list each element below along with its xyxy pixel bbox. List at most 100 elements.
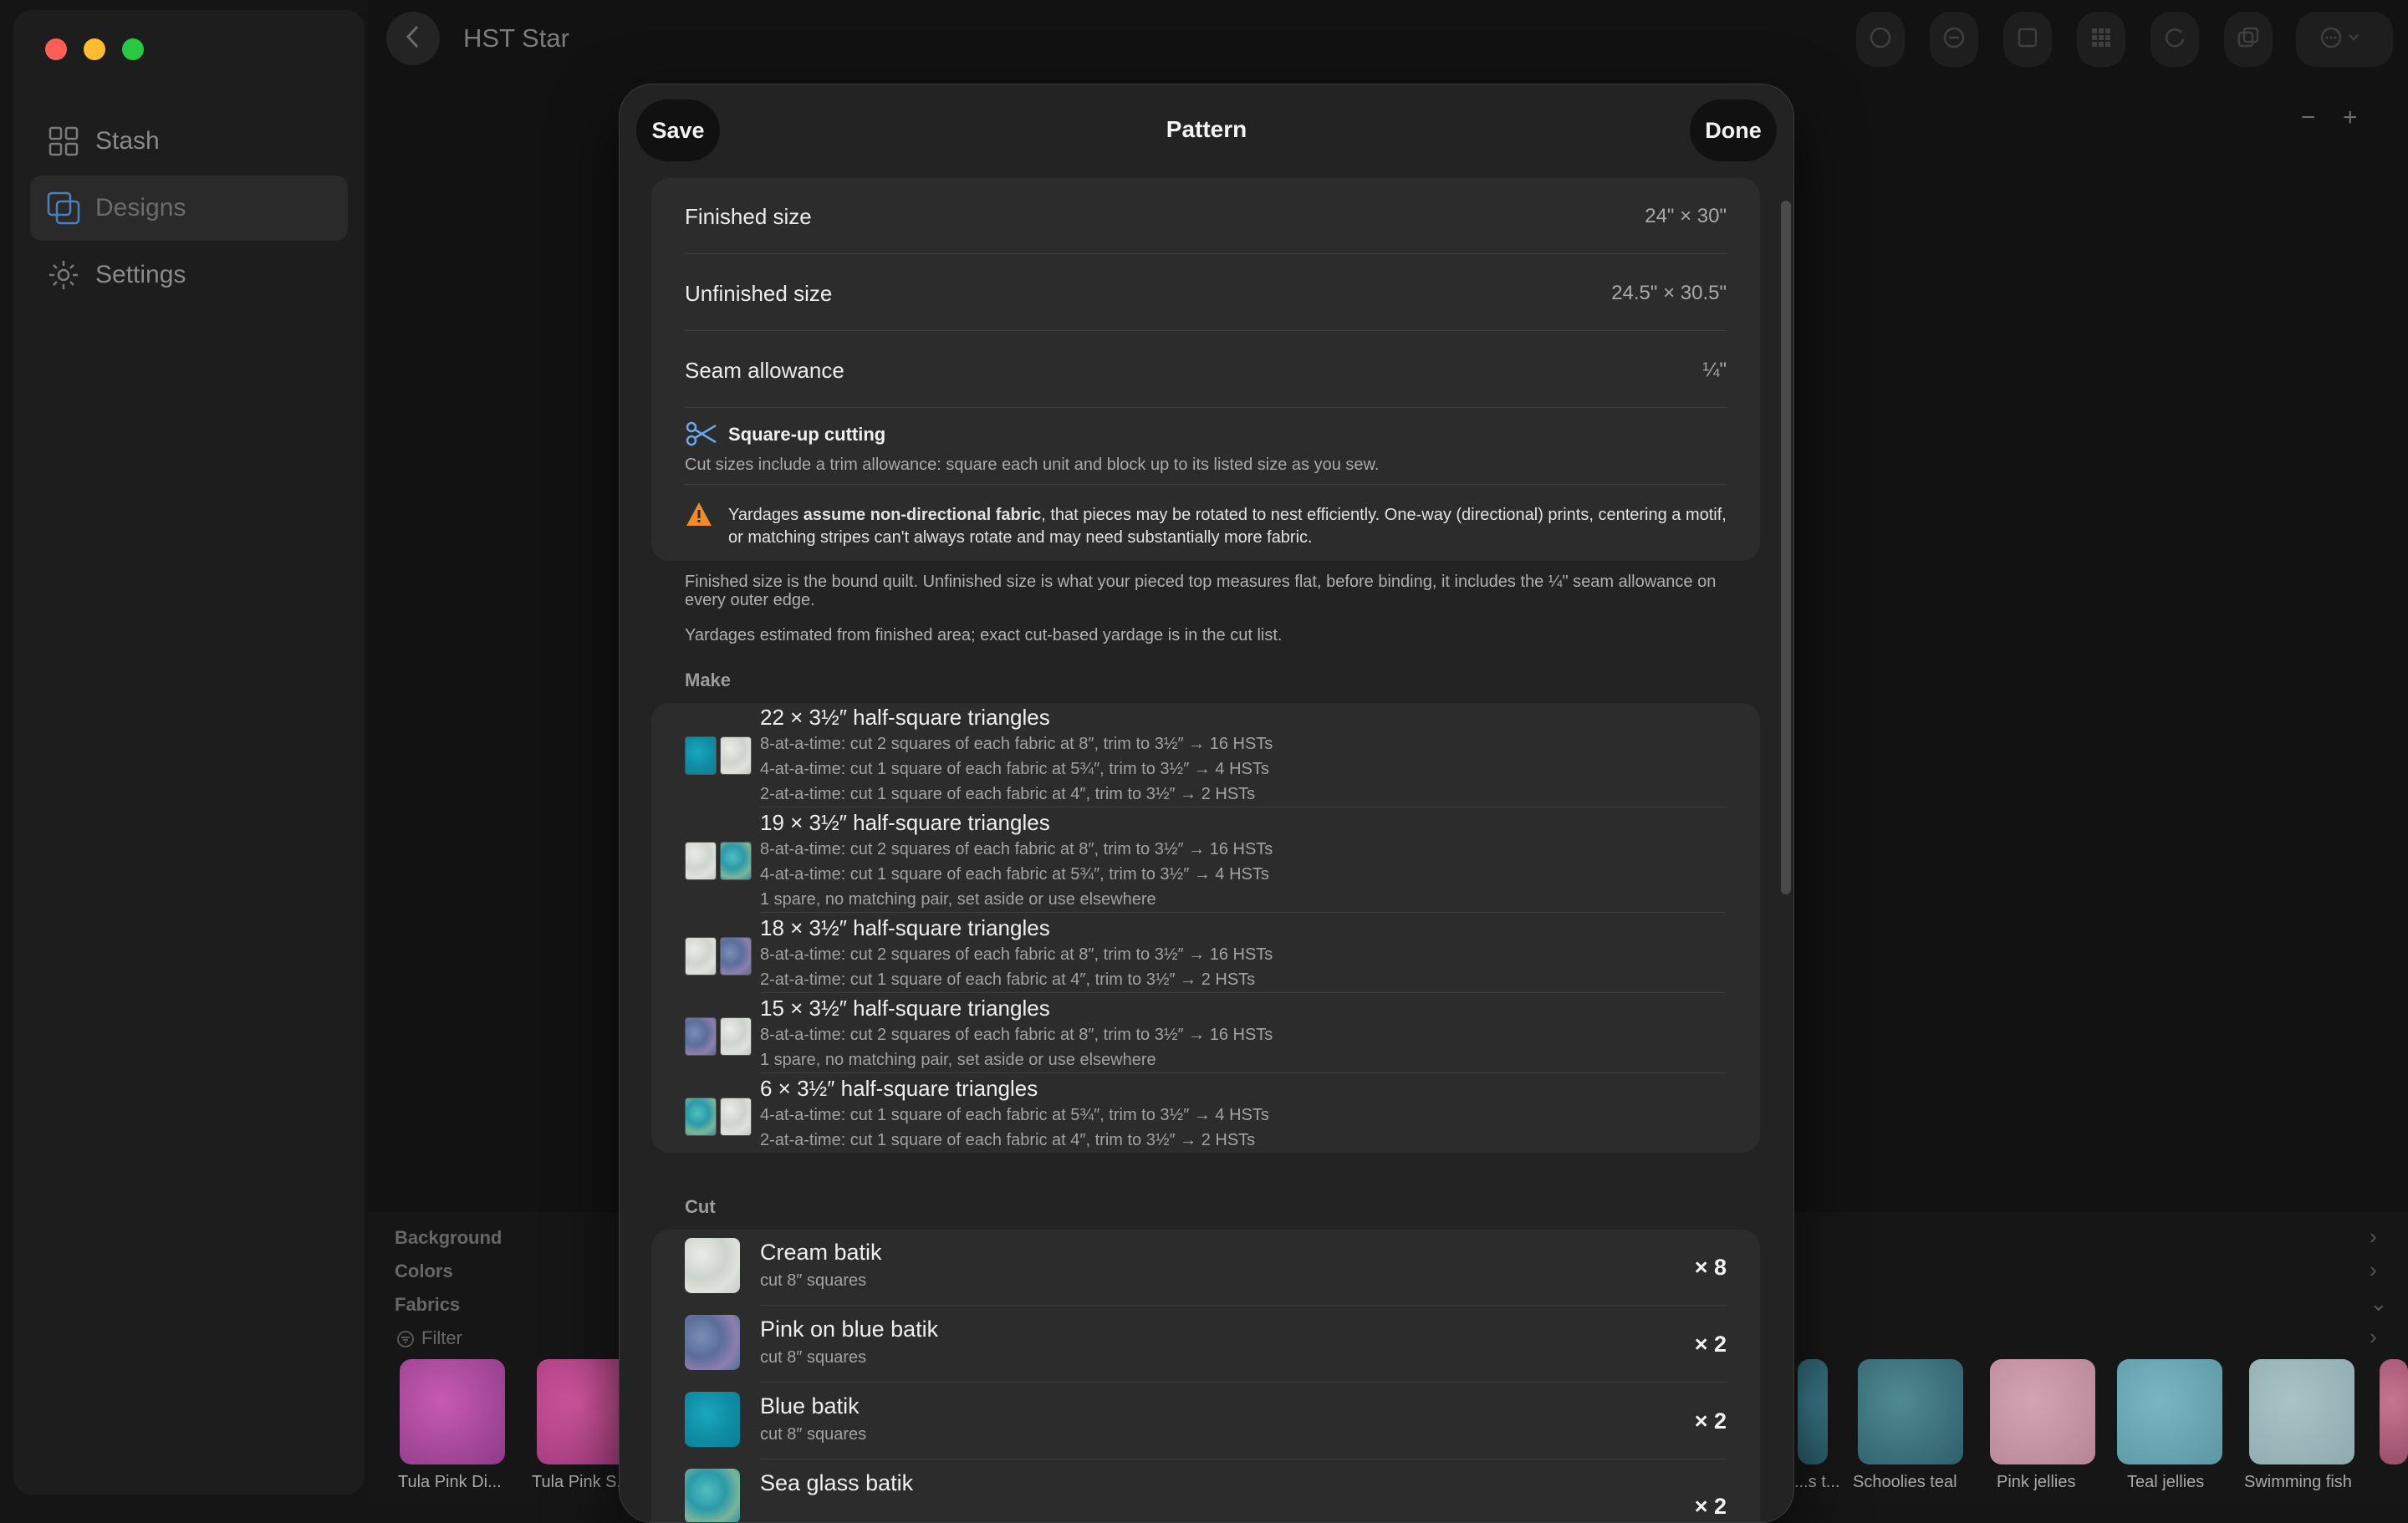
zoom-window-button[interactable] (122, 38, 144, 60)
done-button[interactable]: Done (1690, 99, 1777, 161)
hst-method: 8-at-a-time: cut 2 squares of each fabri… (760, 840, 1273, 858)
make-header: Make (685, 670, 732, 690)
cut-quantity: × 2 (1694, 1332, 1727, 1357)
row-value: ¼" (1702, 359, 1727, 381)
divider (685, 330, 1727, 331)
cut-quantity: × 2 (1694, 1494, 1727, 1519)
cut-fabric-name: Pink on blue batik (760, 1317, 939, 1342)
cut-size: cut 8″ squares (760, 1425, 867, 1444)
cut-quantity: × 2 (1694, 1408, 1727, 1434)
hst-method: 2-at-a-time: cut 1 square of each fabric… (760, 1131, 1256, 1149)
swatch-label: Swimming fish (2244, 1473, 2352, 1491)
divider (760, 912, 1727, 913)
swatch-label: ...s t... (1794, 1473, 1840, 1491)
swatch-label: Tula Pink S... (532, 1473, 631, 1491)
cut-fabric-name: Sea glass batik (760, 1470, 914, 1495)
toolbar-button-3[interactable] (2003, 12, 2052, 67)
cut-fabric-name: Cream batik (760, 1240, 882, 1265)
chevron-right-icon[interactable]: › (2370, 1324, 2377, 1350)
clock-icon (1869, 26, 1892, 53)
finished-size-note: Finished size is the bound quilt. Unfini… (685, 573, 1717, 609)
back-button[interactable] (386, 12, 440, 65)
document-title: HST Star (463, 23, 569, 53)
swatch-label: Pink jellies (1997, 1473, 2076, 1491)
cut-size: cut 8″ squares (760, 1271, 867, 1290)
divider (760, 1305, 1727, 1306)
fabric-swatch-swimming-fish[interactable] (2249, 1359, 2354, 1464)
sidebar-item-designs[interactable]: Designs (30, 176, 348, 241)
zoom-out-button[interactable]: − (2301, 104, 2316, 132)
zoom-in-button[interactable]: + (2343, 104, 2358, 132)
more-menu-button[interactable] (2296, 12, 2393, 67)
grid-icon (47, 125, 80, 158)
hst-method: 8-at-a-time: cut 2 squares of each fabri… (760, 735, 1273, 753)
sidebar: Stash Designs Settings (13, 10, 365, 1495)
chevron-down-icon[interactable]: ⌄ (2370, 1291, 2388, 1317)
sheet-title: Pattern (1166, 116, 1247, 142)
sidebar-item-label: Stash (95, 127, 160, 155)
hst-fabric-pair (685, 1098, 752, 1136)
fabric-swatch (685, 1469, 740, 1522)
fabric-swatch-edge[interactable] (2380, 1359, 2408, 1464)
toolbar-button-2[interactable] (1930, 12, 1978, 67)
warning-text: Yardages assume non-directional fabric, … (728, 506, 1727, 547)
row-label: Finished size (685, 203, 812, 229)
section-fabrics[interactable]: Fabrics (395, 1294, 460, 1316)
swatch-label: Schoolies teal (1853, 1473, 1957, 1491)
divider (685, 253, 1727, 254)
chevron-left-icon (404, 24, 422, 53)
sidebar-item-settings[interactable]: Settings (30, 242, 348, 308)
row-label: Seam allowance (685, 357, 844, 383)
toolbar-button-5[interactable] (2150, 12, 2199, 67)
filter-label[interactable]: Filter (421, 1327, 462, 1349)
sidebar-item-label: Settings (95, 261, 186, 288)
section-colors[interactable]: Colors (395, 1261, 453, 1282)
fabric-swatch-schoolies-teal[interactable] (1858, 1359, 1963, 1464)
make-card: 22 × 3½″ half-square triangles 8-at-a-ti… (651, 703, 1760, 1153)
fabric-swatch-partial[interactable] (1798, 1359, 1828, 1464)
filter-icon (396, 1330, 415, 1352)
hst-method: 1 spare, no matching pair, set aside or … (760, 890, 1156, 909)
designs-icon (47, 191, 80, 225)
row-value: 24.5" × 30.5" (1611, 282, 1727, 304)
hst-method: 2-at-a-time: cut 1 square of each fabric… (760, 785, 1256, 803)
cut-card: Cream batik cut 8″ squares × 8 Pink on b… (651, 1230, 1760, 1522)
warning-icon (685, 501, 713, 532)
hst-title: 22 × 3½″ half-square triangles (760, 705, 1050, 730)
cut-row: Sea glass batik × 2 (651, 1460, 1760, 1522)
close-window-button[interactable] (45, 38, 67, 60)
fabric-swatch-pink-jellies[interactable] (1990, 1359, 2095, 1464)
row-label: Unfinished size (685, 280, 833, 306)
sheet-scrollbar[interactable] (1781, 201, 1791, 894)
toolbar-button-6[interactable] (2224, 12, 2273, 67)
sidebar-item-stash[interactable]: Stash (30, 109, 348, 174)
hst-title: 18 × 3½″ half-square triangles (760, 915, 1050, 940)
cut-row: Cream batik cut 8″ squares × 8 (651, 1230, 1760, 1307)
divider (685, 484, 1727, 485)
hst-fabric-pair (685, 842, 752, 880)
duplicate-icon (2237, 26, 2260, 53)
crop-icon (2016, 26, 2039, 53)
cut-quantity: × 8 (1694, 1255, 1727, 1280)
sizes-card: Finished size 24" × 30" Unfinished size … (651, 178, 1760, 561)
section-background[interactable]: Background (395, 1227, 502, 1249)
minimize-window-button[interactable] (84, 38, 105, 60)
cut-row: Blue batik cut 8″ squares × 2 (651, 1383, 1760, 1460)
hst-method: 4-at-a-time: cut 1 square of each fabric… (760, 760, 1269, 778)
chevron-right-icon[interactable]: › (2370, 1257, 2377, 1283)
hst-method: 8-at-a-time: cut 2 squares of each fabri… (760, 945, 1273, 964)
toolbar-button-4[interactable] (2077, 12, 2125, 67)
toolbar-button-1[interactable] (1856, 12, 1905, 67)
fabric-swatch-teal-jellies[interactable] (2117, 1359, 2222, 1464)
divider (685, 407, 1727, 408)
chevron-right-icon[interactable]: › (2370, 1224, 2377, 1250)
fabric-swatch (685, 1392, 740, 1447)
swatch-label: Tula Pink Di... (398, 1473, 502, 1491)
ellipsis-circle-icon (2319, 26, 2370, 53)
scissors-icon (685, 420, 718, 451)
unfinished-size-row: Unfinished size 24.5" × 30.5" (685, 272, 1727, 315)
fabric-swatch-tula-pink-di[interactable] (400, 1359, 505, 1464)
finished-size-row: Finished size 24" × 30" (685, 195, 1727, 238)
row-value: 24" × 30" (1645, 205, 1727, 227)
hst-fabric-pair (685, 736, 752, 775)
